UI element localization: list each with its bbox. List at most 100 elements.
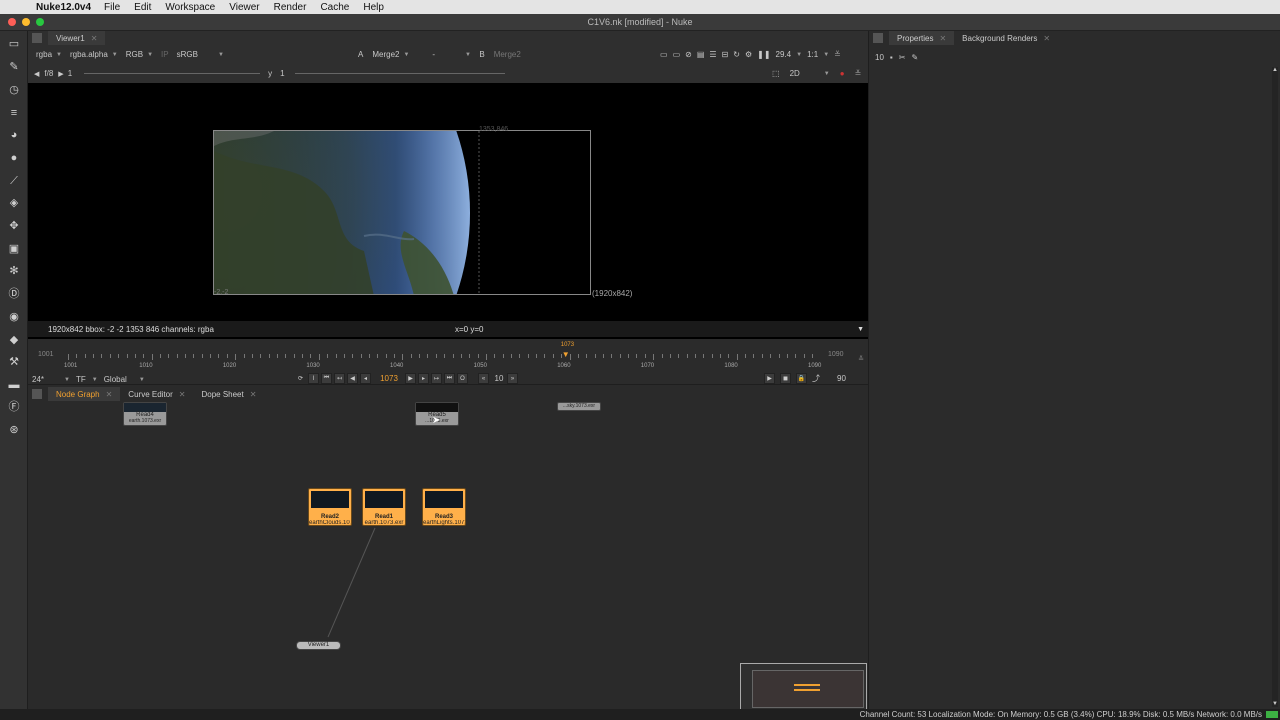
3d-icon[interactable]: ▣ [7,242,21,256]
tab-properties[interactable]: Properties ✕ [889,31,955,45]
out-point-button[interactable]: O [457,373,468,384]
gain-prev-icon[interactable]: ◀ [34,70,39,78]
app-name-menu[interactable]: Nuke12.0v4 [36,2,91,13]
lut-dropdown[interactable]: sRGB ▼ [173,49,228,60]
expand-icon[interactable]: ≚ [858,355,864,363]
safe-area-icon[interactable]: ▭ [673,50,681,59]
menu-help[interactable]: Help [363,2,384,13]
expand-icon[interactable]: ≚ [855,69,862,78]
channel-icon[interactable]: ≡ [7,106,21,120]
menu-viewer[interactable]: Viewer [229,2,259,13]
edit-icon[interactable]: ✎ [911,53,918,62]
lut-display-icon[interactable]: ☰ [709,50,716,59]
filter-icon[interactable]: ● [7,151,21,165]
draw-icon[interactable]: ✎ [7,60,21,74]
step-forward-button[interactable]: ▸ [418,373,429,384]
chevron-down-icon[interactable]: ▼ [796,52,802,58]
next-increment-button[interactable]: ↦ [431,373,442,384]
close-icon[interactable]: ✕ [91,34,98,43]
b-input-dropdown[interactable]: Merge2 [490,49,525,60]
max-panels-input[interactable]: 10 [875,53,884,62]
lock-icon[interactable]: ▪ [890,53,893,62]
maximize-window-button[interactable] [36,18,44,26]
menu-edit[interactable]: Edit [134,2,151,13]
in-point-button[interactable]: I [308,373,319,384]
expand-icon[interactable]: ▼ [857,326,864,333]
close-window-button[interactable] [8,18,16,26]
refresh-icon[interactable]: ↻ [733,50,740,59]
channels-dropdown[interactable]: rgba ▼ [32,49,66,60]
toolsets-icon[interactable]: ⚒ [7,355,21,369]
zoom-ratio[interactable]: 1:1 [807,50,818,59]
prev-keyframe-button[interactable]: ◀ [347,373,358,384]
roi-icon[interactable]: ▭ [660,50,668,59]
loop-icon[interactable]: ⟳ [295,373,306,384]
display-channel-dropdown[interactable]: RGB ▼ [122,49,157,60]
scroll-down-icon[interactable]: ▼ [1272,701,1278,707]
lock-icon[interactable]: 🔒 [796,373,807,384]
increment-input[interactable]: 10 [491,374,507,383]
timeline-ruler[interactable]: 1001 1010 1020 1030 1040 1050 1060 1070 1080 1090 [64,339,821,369]
step-back-button[interactable]: ◂ [360,373,371,384]
chevron-down-icon[interactable]: ▼ [139,377,145,383]
compare-dropdown[interactable]: - ▼ [428,49,474,60]
gain-value[interactable]: 1 [68,69,72,78]
gain-next-icon[interactable]: ▶ [58,70,63,78]
menu-cache[interactable]: Cache [320,2,349,13]
viewer1-node[interactable]: Viewer1 [296,641,341,650]
scope-dropdown[interactable]: Global [104,375,127,384]
wipe-icon[interactable]: ⊘ [685,50,692,59]
views-icon[interactable]: ◉ [7,310,21,324]
node-graph-panel[interactable]: Node Graph ✕ Curve Editor ✕ Dope Sheet ✕… [28,384,868,713]
tab-background-renders[interactable]: Background Renders ✕ [954,31,1058,45]
deep-icon[interactable]: Ⓓ [7,287,21,301]
transform-icon[interactable]: ✥ [7,219,21,233]
cara-icon[interactable]: ⊛ [7,423,21,437]
panel-menu-icon[interactable] [32,33,42,43]
roi-select-icon[interactable]: ⬚ [772,69,780,78]
close-icon[interactable]: ✕ [939,34,946,43]
last-frame-button[interactable]: ⏭ [444,373,455,384]
furnace-icon[interactable]: Ⓕ [7,400,21,414]
minimize-window-button[interactable] [22,18,30,26]
image-icon[interactable]: ▭ [7,37,21,51]
panel-menu-icon[interactable] [873,33,883,43]
gamma-slider[interactable] [294,73,505,74]
skip-forward-button[interactable]: » [507,373,518,384]
clear-panels-icon[interactable]: ✂ [899,53,906,62]
keyer-icon[interactable]: ⟋ [7,174,21,188]
gamma-value[interactable]: 1 [280,69,284,78]
overlay-icon[interactable]: ▤ [697,50,705,59]
menu-workspace[interactable]: Workspace [165,2,215,13]
timeline-end[interactable]: 1090 [828,351,844,358]
node-graph-navigator[interactable] [740,663,867,711]
menu-file[interactable]: File [104,2,120,13]
fps-dropdown[interactable]: 24* [32,375,44,384]
current-frame-input[interactable]: 1073 [373,374,405,383]
timeline-start[interactable]: 1001 [38,351,54,358]
chevron-down-icon[interactable]: ▼ [64,377,70,383]
view-mode-dropdown[interactable]: 2D [790,69,800,78]
play-forward-button[interactable]: ▶ [405,373,416,384]
chevron-down-icon[interactable]: ▼ [824,71,830,77]
time-icon[interactable]: ◷ [7,83,21,97]
alpha-dropdown[interactable]: rgba.alpha ▼ [66,49,122,60]
tf-dropdown[interactable]: TF [76,375,86,384]
clipping-warning-icon[interactable]: ● [840,69,845,78]
ip-toggle[interactable]: IP [157,49,173,60]
metadata-icon[interactable]: ◆ [7,333,21,347]
color-icon[interactable]: ◕ [7,128,21,142]
viewer-viewport[interactable]: 1353,846 -2,-2 (1920x842) [28,83,868,351]
pause-icon[interactable]: ❚❚ [757,50,770,59]
scroll-up-icon[interactable]: ▲ [1272,67,1278,73]
other-icon[interactable]: ▬ [7,378,21,392]
chevron-down-icon[interactable]: ▼ [823,52,829,58]
particles-icon[interactable]: ✻ [7,264,21,278]
chevron-down-icon[interactable]: ▼ [92,377,98,383]
prev-increment-button[interactable]: ↤ [334,373,345,384]
menu-render[interactable]: Render [274,2,307,13]
gain-slider[interactable] [84,73,261,74]
tab-viewer1[interactable]: Viewer1 ✕ [48,31,106,45]
properties-scrollbar[interactable]: ▲ ▼ [1272,67,1278,707]
a-input-dropdown[interactable]: Merge2 ▼ [368,49,428,60]
